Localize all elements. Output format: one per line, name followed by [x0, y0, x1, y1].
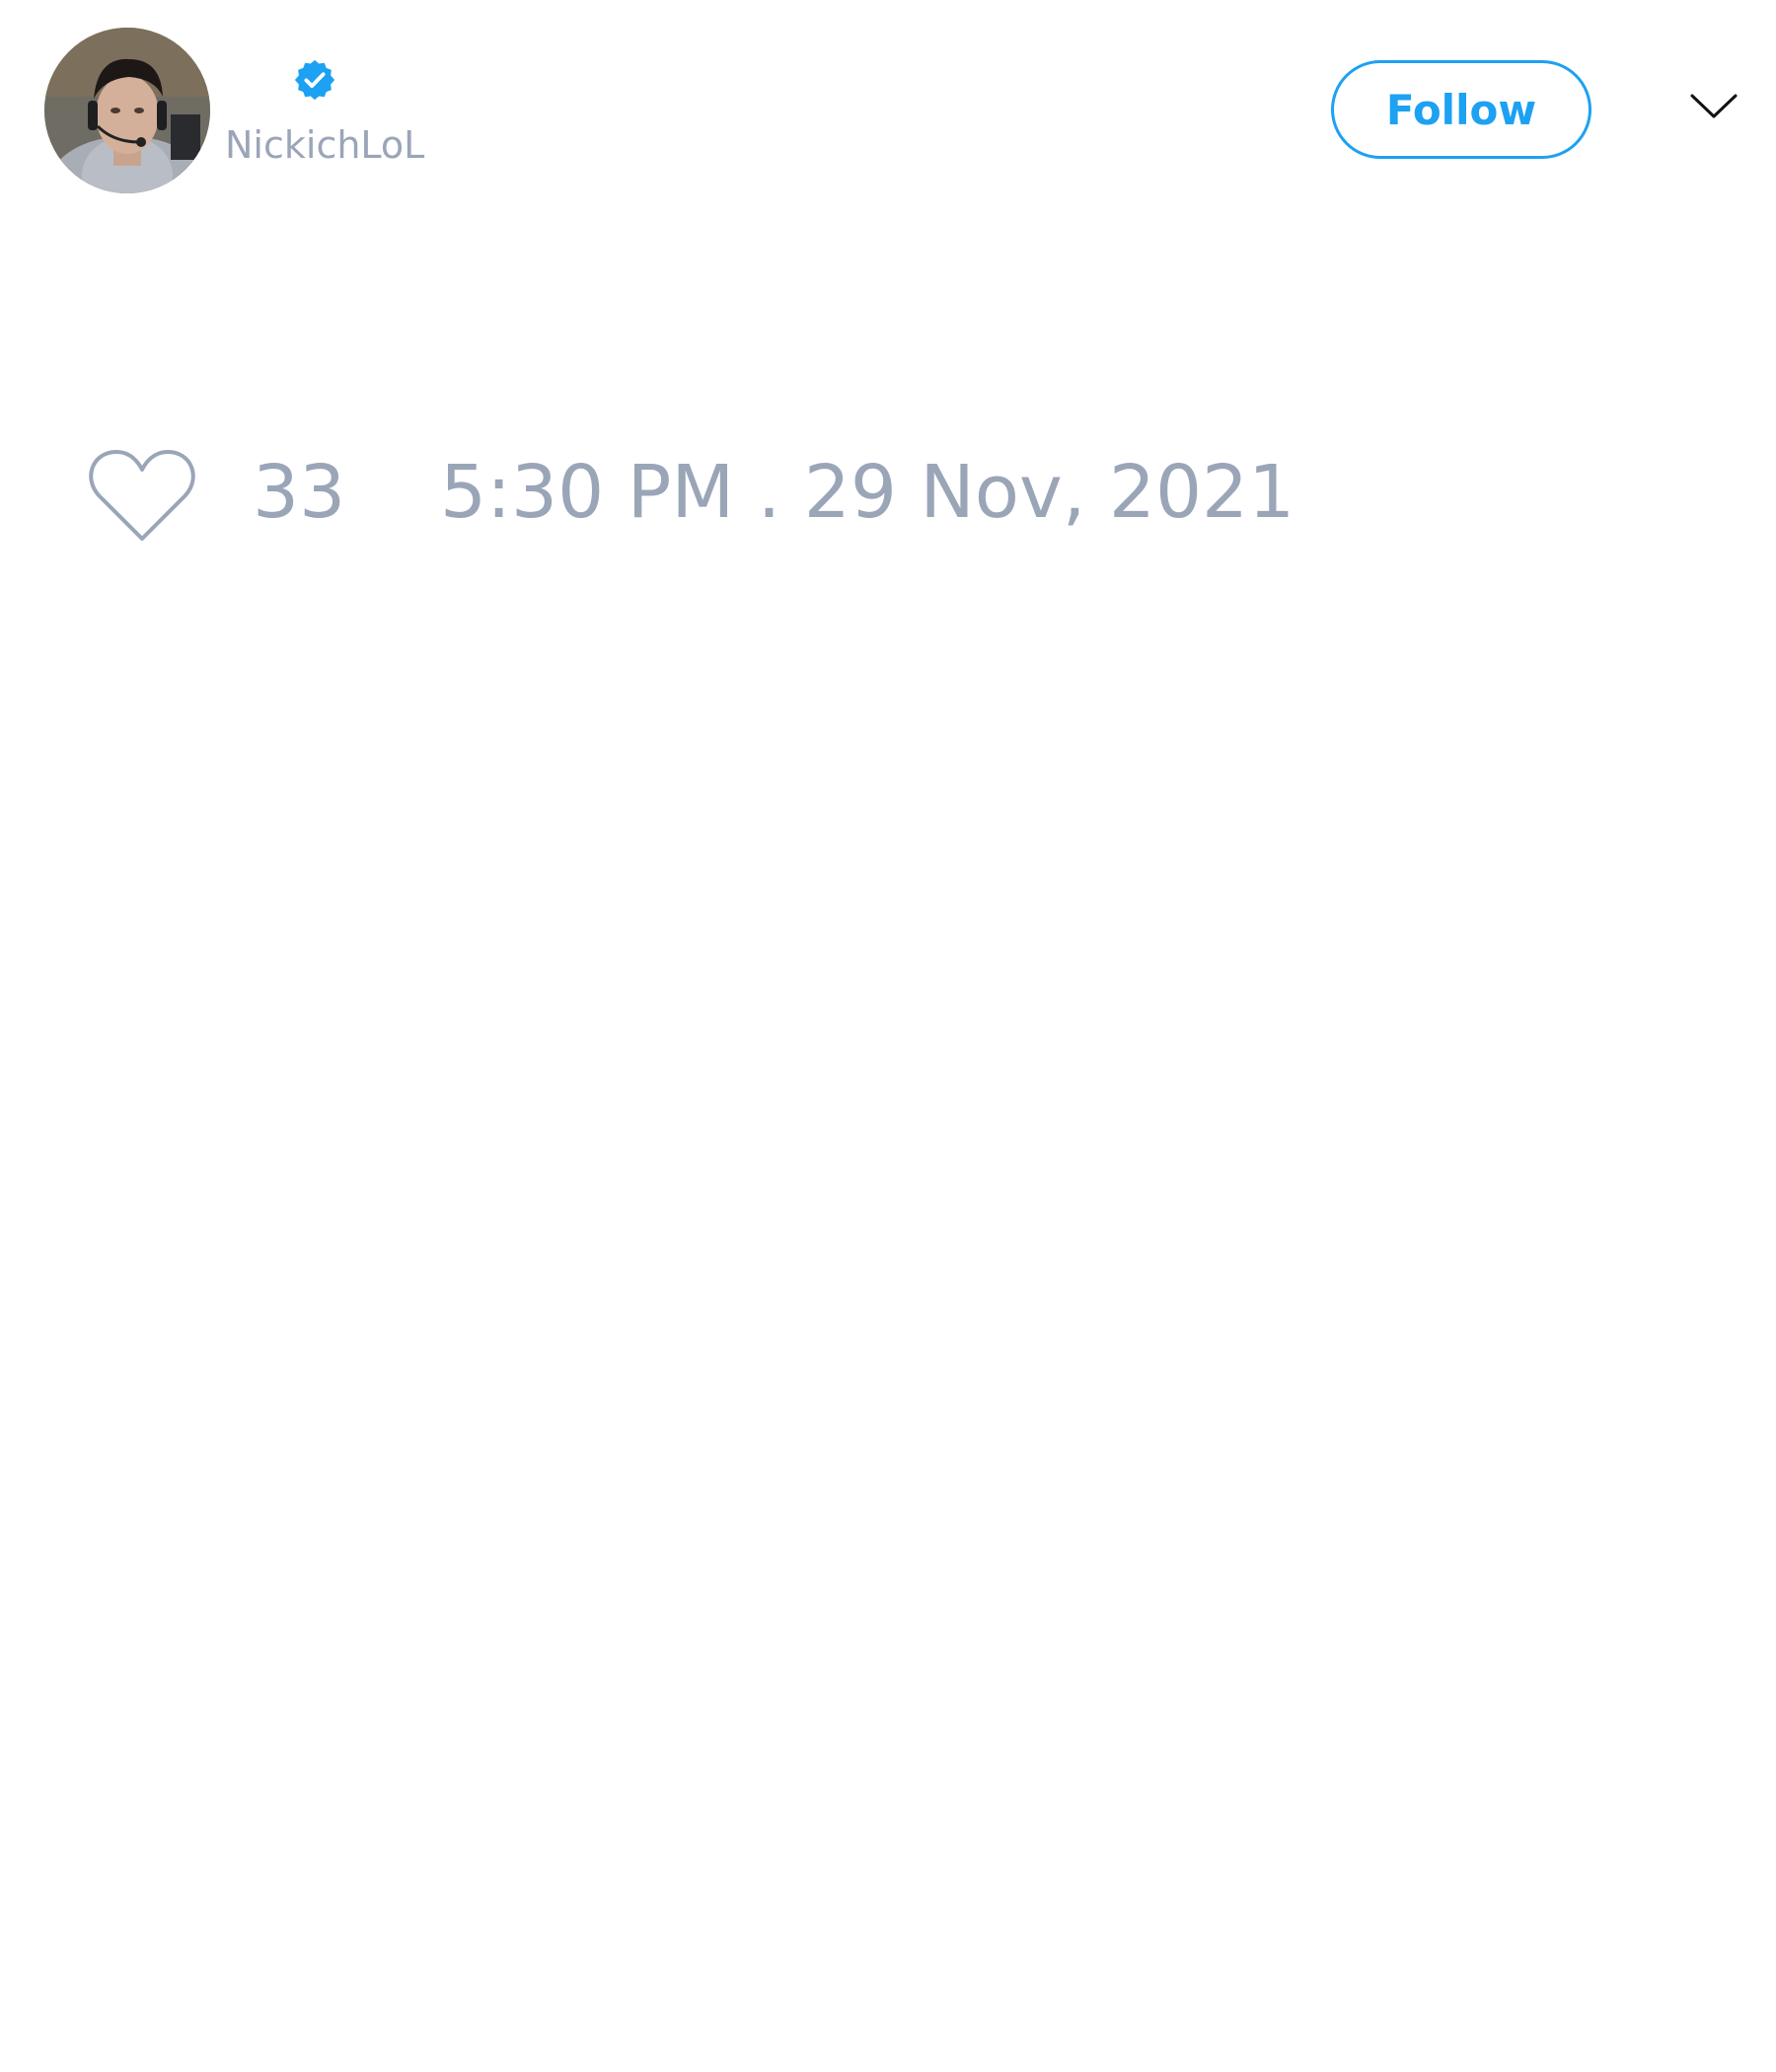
- tweet-timestamp[interactable]: 5:30 PM . 29 Nov, 2021: [440, 456, 1295, 529]
- verified-badge-icon: [294, 59, 335, 101]
- author-handle[interactable]: NickichLoL: [225, 126, 424, 164]
- avatar-photo: [44, 28, 210, 193]
- follow-button[interactable]: Follow: [1331, 60, 1591, 159]
- tweet-meta-row: 33 5:30 PM . 29 Nov, 2021: [0, 434, 1776, 562]
- tweet-header: NickichLoL Follow: [0, 0, 1776, 217]
- heart-icon[interactable]: [89, 448, 195, 543]
- author-avatar[interactable]: [44, 28, 210, 193]
- like-count: 33: [253, 450, 346, 535]
- chevron-down-icon[interactable]: [1689, 91, 1739, 122]
